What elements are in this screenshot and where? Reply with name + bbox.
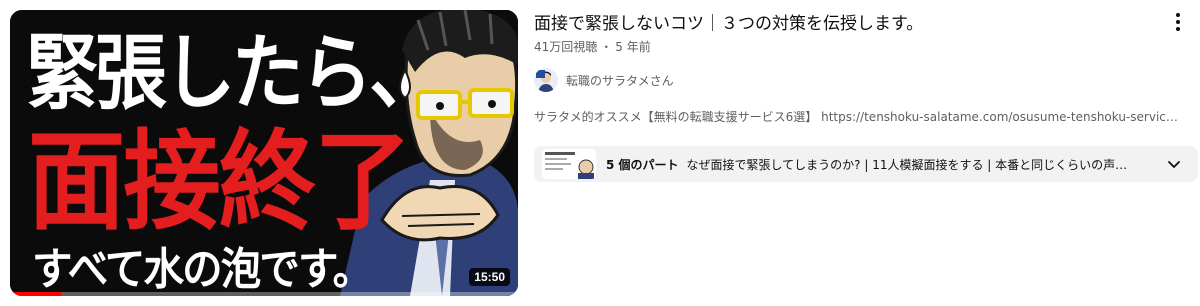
chapters-bar[interactable]: 5 個のパート なぜ面接で緊張してしまうのか? | 11人模擬面接をする | 本…	[534, 146, 1198, 182]
chevron-down-glyph	[1168, 161, 1180, 168]
chapter-thumbnail	[542, 149, 596, 179]
video-details: 面接で緊張しないコツ｜３つの対策を伝授します。 41万回視聴・ 5 年前 転職のサ…	[534, 10, 1198, 300]
avatar-illustration	[534, 68, 558, 92]
chapter-titles: なぜ面接で緊張してしまうのか? | 11人模擬面接をする | 本番と同じくらいの…	[686, 157, 1137, 172]
more-vert-icon[interactable]	[1166, 10, 1190, 34]
video-title[interactable]: 面接で緊張しないコツ｜３つの対策を伝授します。	[534, 12, 1154, 36]
thumbnail-caption-line2: 面接終了	[28, 119, 411, 245]
thumbnail-caption-line3: すべて水の泡です。	[32, 244, 373, 295]
upload-age: 5 年前	[615, 40, 651, 54]
channel-avatar[interactable]	[534, 68, 558, 92]
meta-separator: ・	[600, 40, 613, 54]
channel-name[interactable]: 転職のサラタメさん	[566, 72, 674, 89]
menu-dot	[1176, 13, 1180, 17]
video-metadata: 41万回視聴・ 5 年前	[534, 38, 651, 55]
video-result: 緊張したら、 面接終了 すべて水の泡です。 15:50 面接で緊張しないコツ｜３…	[0, 0, 1200, 306]
chapter-count: 5 個のパート	[606, 157, 679, 172]
thumbnail-caption-line1: 緊張したら、	[26, 25, 441, 121]
duration-badge: 15:50	[469, 268, 510, 286]
chevron-down-icon[interactable]	[1164, 154, 1184, 174]
watch-progress-bar	[10, 292, 518, 296]
menu-dot	[1176, 27, 1180, 31]
watch-progress-fill	[10, 292, 61, 296]
video-description: サラタメ的オススメ【無料の転職支援サービス6選】 https://tenshok…	[534, 110, 1184, 124]
channel-link[interactable]: 転職のサラタメさん	[534, 68, 674, 92]
video-thumbnail[interactable]: 緊張したら、 面接終了 すべて水の泡です。 15:50	[10, 10, 518, 296]
view-count: 41万回視聴	[534, 40, 598, 54]
chapter-thumbnail-image	[542, 149, 596, 179]
menu-dot	[1176, 20, 1180, 24]
